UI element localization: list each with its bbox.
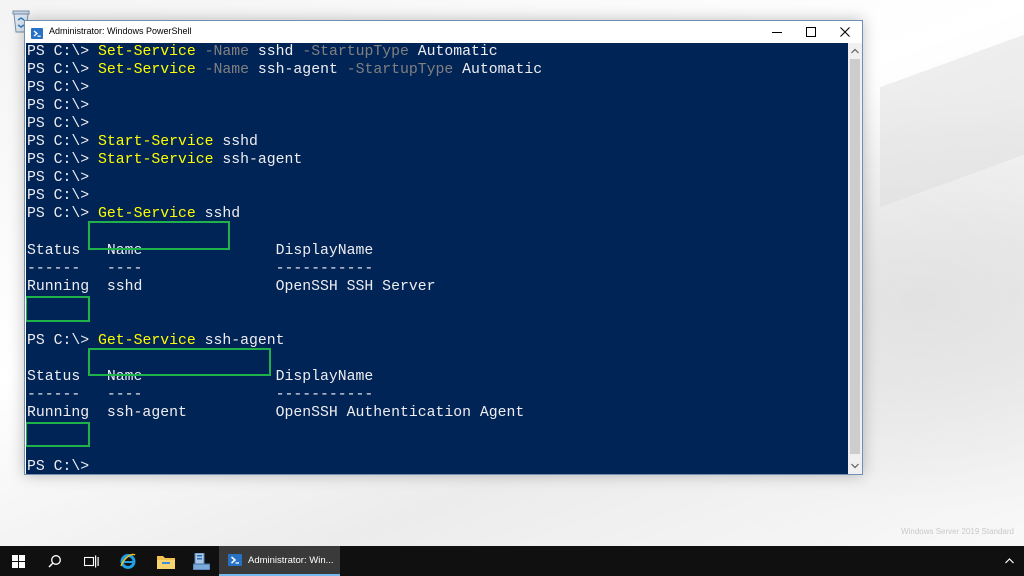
console-text: PS C:\> bbox=[27, 62, 99, 79]
taskbar-app-label: Administrator: Win... bbox=[248, 554, 334, 566]
console-text: PS C:\> bbox=[27, 459, 90, 474]
highlight-running-ssh-agent bbox=[26, 422, 90, 447]
chevron-up-icon bbox=[851, 48, 859, 54]
internet-explorer-button[interactable] bbox=[110, 546, 146, 576]
taskbar: Administrator: Win... bbox=[0, 546, 1024, 576]
console-text: ssh-agent bbox=[213, 152, 303, 169]
close-icon bbox=[840, 27, 850, 37]
console-line: PS C:\> bbox=[27, 79, 542, 97]
file-explorer-button[interactable] bbox=[148, 546, 184, 576]
console-text: Start-Service bbox=[98, 152, 214, 169]
show-hidden-icons-button[interactable] bbox=[1005, 546, 1014, 576]
console-text: ------ ---- ----------- bbox=[27, 386, 374, 403]
minimize-button[interactable] bbox=[760, 21, 794, 43]
console-text: PS C:\> bbox=[27, 188, 90, 205]
internet-explorer-icon bbox=[120, 553, 136, 569]
watermark-line: Windows Server 2019 Standard bbox=[901, 527, 1014, 536]
console-text: ssh-agent bbox=[195, 332, 285, 349]
console-line: ------ ---- ----------- bbox=[27, 386, 542, 404]
powershell-window[interactable]: Administrator: Windows PowerShell PS C:\… bbox=[24, 20, 863, 475]
windows-logo-icon bbox=[11, 554, 25, 568]
scroll-thumb[interactable] bbox=[850, 59, 860, 454]
console-text: -StartupType bbox=[346, 62, 454, 79]
console-text: Automatic bbox=[408, 44, 498, 60]
console-text: Automatic bbox=[453, 62, 543, 79]
console-text: ------ ---- ----------- bbox=[27, 260, 374, 277]
console-output[interactable]: PS C:\> Set-Service -Name sshd -StartupT… bbox=[26, 43, 848, 474]
console-line: PS C:\> Start-Service sshd bbox=[27, 133, 542, 151]
server-manager-icon bbox=[192, 552, 210, 570]
console-line: PS C:\> bbox=[27, 458, 542, 474]
maximize-button[interactable] bbox=[794, 21, 828, 43]
scroll-up-button[interactable] bbox=[848, 44, 862, 58]
console-text: PS C:\> bbox=[27, 152, 99, 169]
console-text: PS C:\> bbox=[27, 80, 90, 97]
vertical-scrollbar[interactable] bbox=[848, 43, 862, 474]
highlight-get-service-ssh-agent bbox=[88, 348, 271, 376]
console-text: sshd bbox=[249, 44, 303, 60]
console-text: PS C:\> bbox=[27, 44, 99, 60]
search-button[interactable] bbox=[38, 546, 72, 576]
search-icon bbox=[48, 555, 61, 568]
console-text: Set-Service bbox=[98, 44, 196, 60]
desktop-shape bbox=[880, 32, 1024, 208]
console-line: PS C:\> Start-Service ssh-agent bbox=[27, 151, 542, 169]
console-line: PS C:\> Set-Service -Name ssh-agent -Sta… bbox=[27, 61, 542, 79]
taskbar-app-powershell[interactable]: Administrator: Win... bbox=[219, 546, 340, 576]
highlight-get-service-sshd bbox=[88, 221, 230, 250]
console-line: Running sshd OpenSSH SSH Server bbox=[27, 278, 542, 296]
start-button[interactable] bbox=[0, 546, 36, 576]
os-watermark: Windows Server 2019 Standard bbox=[901, 526, 1014, 538]
chevron-down-icon bbox=[851, 463, 859, 469]
console-text: PS C:\> bbox=[27, 134, 99, 151]
console-line: PS C:\> bbox=[27, 97, 542, 115]
powershell-taskbar-icon bbox=[228, 554, 242, 566]
console-line: PS C:\> Set-Service -Name sshd -StartupT… bbox=[27, 43, 542, 61]
task-view-icon bbox=[83, 555, 99, 567]
powershell-icon bbox=[31, 26, 43, 39]
maximize-icon bbox=[806, 27, 816, 37]
console-line: PS C:\> bbox=[27, 169, 542, 187]
title-bar[interactable]: Administrator: Windows PowerShell bbox=[25, 21, 862, 43]
console-text: PS C:\> bbox=[27, 116, 90, 133]
console-text: PS C:\> bbox=[27, 170, 90, 187]
console-lines: PS C:\> Set-Service -Name sshd -StartupT… bbox=[27, 43, 542, 474]
console-text: Start-Service bbox=[98, 134, 214, 151]
console-text: Set-Service bbox=[98, 62, 196, 79]
console-text: PS C:\> bbox=[27, 332, 99, 349]
console-text: -StartupType bbox=[302, 44, 409, 60]
scroll-down-button[interactable] bbox=[848, 459, 862, 473]
chevron-up-icon bbox=[1005, 558, 1014, 564]
highlight-running-sshd bbox=[26, 296, 90, 322]
console-text: -Name bbox=[204, 44, 250, 60]
console-line: PS C:\> bbox=[27, 115, 542, 133]
task-view-button[interactable] bbox=[74, 546, 108, 576]
console-line: ------ ---- ----------- bbox=[27, 260, 542, 278]
minimize-icon bbox=[772, 32, 782, 33]
console-text: sshd bbox=[213, 134, 258, 151]
console-line: PS C:\> bbox=[27, 187, 542, 205]
window-title: Administrator: Windows PowerShell bbox=[49, 26, 192, 36]
console-line: Running ssh-agent OpenSSH Authentication… bbox=[27, 404, 542, 422]
server-manager-button[interactable] bbox=[184, 546, 218, 576]
console-text: PS C:\> bbox=[27, 98, 90, 115]
close-button[interactable] bbox=[828, 21, 862, 43]
console-text: Get-Service bbox=[98, 332, 196, 349]
console-text: ssh-agent bbox=[249, 62, 347, 79]
folder-icon bbox=[157, 555, 175, 569]
console-text: Running ssh-agent OpenSSH Authentication… bbox=[27, 404, 525, 421]
console-text: -Name bbox=[204, 62, 250, 79]
console-text: Running sshd OpenSSH SSH Server bbox=[27, 278, 436, 295]
